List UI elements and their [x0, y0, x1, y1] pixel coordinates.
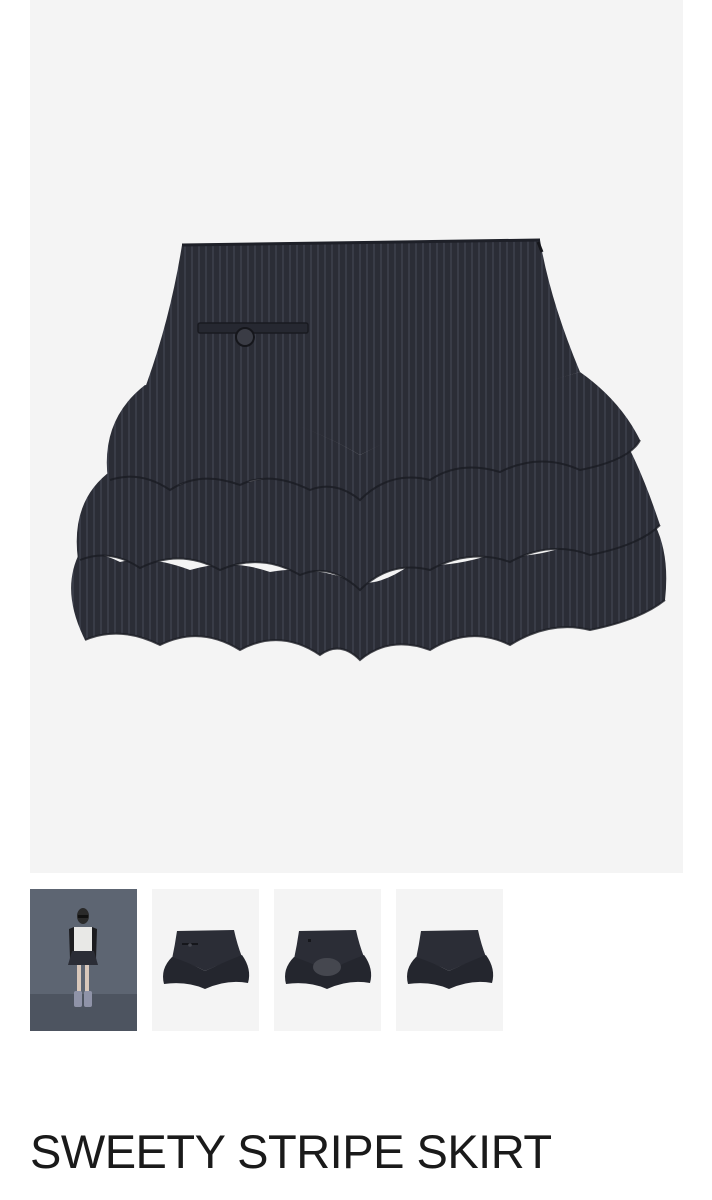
product-title: SWEETY STRIPE SKIRT — [30, 1125, 552, 1178]
skirt-back-thumbnail — [407, 930, 494, 989]
thumbnail-model[interactable] — [30, 889, 137, 1031]
thumbnail-front[interactable] — [152, 889, 259, 1031]
main-product-image[interactable] — [30, 0, 683, 873]
product-page: SWEETY STRIPE SKIRT — [0, 0, 712, 1200]
skirt-front-thumbnail — [163, 930, 250, 989]
thumbnail-back[interactable] — [396, 889, 503, 1031]
thumbnail-inside[interactable] — [274, 889, 381, 1031]
skirt-inside-thumbnail — [285, 930, 372, 989]
model-photo-thumbnail — [30, 889, 137, 1031]
thumbnail-strip — [30, 889, 503, 1031]
skirt-front-image — [71, 238, 667, 662]
